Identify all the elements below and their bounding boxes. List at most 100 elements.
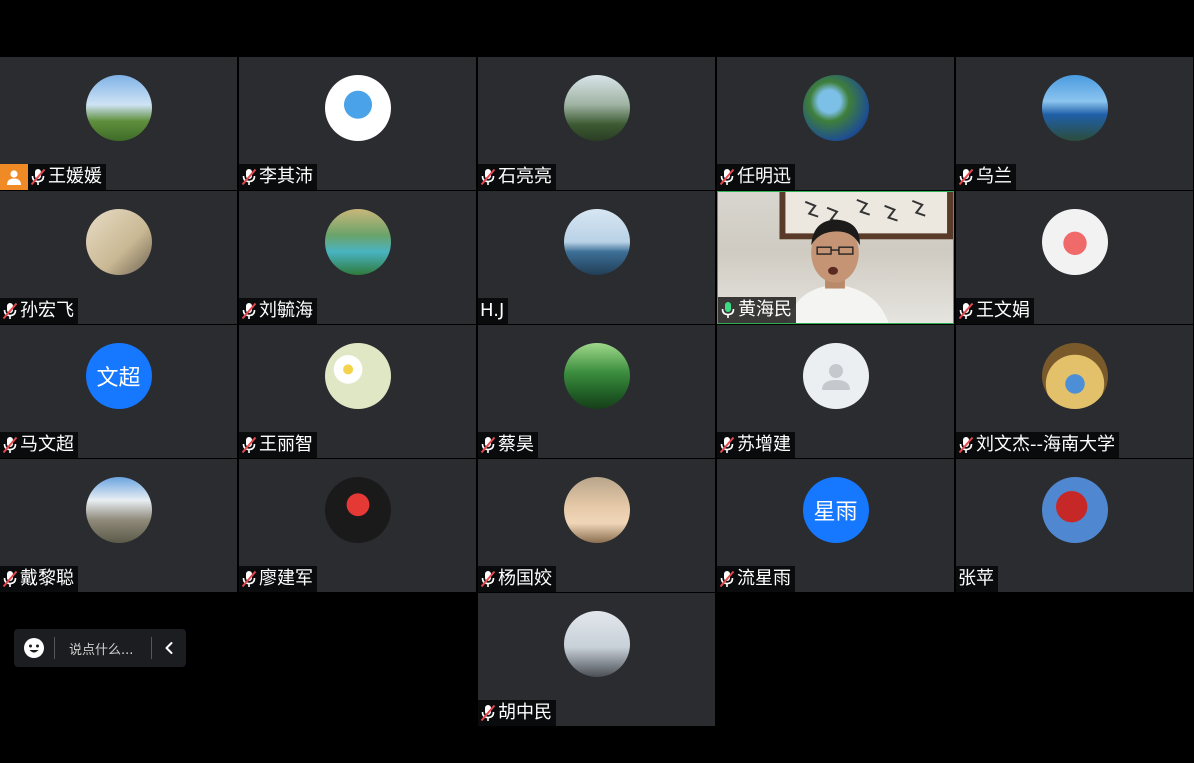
participant-name: 廖建军 (259, 568, 313, 589)
mic-muted-icon (717, 164, 737, 190)
mic-muted-icon (717, 432, 737, 458)
avatar (1041, 477, 1108, 543)
participant-name-bar: 孙宏飞 (0, 298, 78, 324)
avatar (324, 477, 391, 543)
participant-tile[interactable]: H.J (478, 191, 715, 324)
avatar (324, 209, 391, 275)
avatar (563, 209, 630, 275)
avatar (802, 75, 869, 141)
mic-muted-icon (0, 298, 20, 324)
participant-tile[interactable]: 廖建军 (239, 459, 476, 592)
mic-muted-icon (239, 164, 259, 190)
participant-name: 蔡昊 (498, 434, 534, 455)
participant-name-bar: 刘文杰--海南大学 (956, 432, 1119, 458)
participant-tile[interactable]: 蔡昊 (478, 325, 715, 458)
default-avatar-icon (802, 343, 869, 409)
participant-tile[interactable]: 王媛媛 (0, 57, 237, 190)
participant-name: 李其沛 (259, 166, 313, 187)
participant-name: 刘文杰--海南大学 (976, 434, 1115, 455)
participant-name: 张苹 (958, 568, 994, 589)
mic-muted-icon (478, 432, 498, 458)
participant-tile[interactable]: 杨国姣 (478, 459, 715, 592)
avatar (563, 477, 630, 543)
participant-name-bar: 马文超 (0, 432, 78, 458)
participant-name: 乌兰 (976, 166, 1012, 187)
avatar (324, 75, 391, 141)
participant-tile[interactable]: 戴黎聪 (0, 459, 237, 592)
mic-muted-icon (478, 566, 498, 592)
participant-name: 王媛媛 (48, 166, 102, 187)
mic-muted-icon (239, 566, 259, 592)
participant-name-bar: 廖建军 (239, 566, 317, 592)
participant-name-bar: H.J (478, 298, 509, 324)
participant-name-bar: 戴黎聪 (0, 566, 78, 592)
avatar: 星雨 (802, 477, 869, 543)
host-badge-icon (0, 164, 28, 190)
avatar-initials: 星雨 (813, 500, 858, 525)
participant-name-bar: 杨国姣 (478, 566, 556, 592)
participant-tile[interactable]: 孙宏飞 (0, 191, 237, 324)
participant-name-bar: 王丽智 (239, 432, 317, 458)
avatar (324, 343, 391, 409)
participant-tile[interactable]: 文超马文超 (0, 325, 237, 458)
participant-name: 王文娟 (976, 300, 1030, 321)
avatar (85, 75, 152, 141)
participant-name-bar: 任明迅 (717, 164, 795, 190)
avatar (1041, 343, 1108, 409)
participant-name-bar: 王媛媛 (0, 164, 106, 190)
participant-name-bar: 蔡昊 (478, 432, 538, 458)
participant-tile[interactable]: 乌兰 (956, 57, 1193, 190)
participant-tile[interactable]: 王丽智 (239, 325, 476, 458)
chevron-left-icon[interactable] (152, 629, 186, 667)
participant-tile[interactable]: 黄海民 (717, 191, 954, 324)
mic-muted-icon (28, 164, 48, 190)
participant-name: 任明迅 (737, 166, 791, 187)
participant-tile[interactable]: 苏增建 (717, 325, 954, 458)
participant-name-bar: 黄海民 (718, 297, 796, 323)
mic-muted-icon (0, 432, 20, 458)
mic-muted-icon (478, 164, 498, 190)
participant-name-bar: 苏增建 (717, 432, 795, 458)
participant-name-bar: 李其沛 (239, 164, 317, 190)
participant-name: 苏增建 (737, 434, 791, 455)
participant-tile[interactable]: 王文娟 (956, 191, 1193, 324)
participant-tile[interactable]: 星雨流星雨 (717, 459, 954, 592)
avatar (1041, 75, 1108, 141)
participant-name-bar: 张苹 (956, 566, 998, 592)
mic-muted-icon (956, 298, 976, 324)
participant-name-bar: 乌兰 (956, 164, 1016, 190)
participant-name: 流星雨 (737, 568, 791, 589)
avatar: 文超 (85, 343, 152, 409)
participant-tile[interactable]: 张苹 (956, 459, 1193, 592)
participant-tile[interactable]: 胡中民 (478, 593, 715, 726)
participant-name: 戴黎聪 (20, 568, 74, 589)
mic-muted-icon (717, 566, 737, 592)
participant-name: 黄海民 (738, 299, 792, 320)
mic-muted-icon (239, 432, 259, 458)
mic-active-icon (718, 297, 738, 323)
avatar (563, 75, 630, 141)
avatar-initials: 文超 (96, 366, 141, 391)
participant-tile[interactable]: 刘毓海 (239, 191, 476, 324)
participant-name: 马文超 (20, 434, 74, 455)
participant-name-bar: 胡中民 (478, 700, 556, 726)
participant-tile[interactable]: 李其沛 (239, 57, 476, 190)
avatar (85, 209, 152, 275)
mic-muted-icon (0, 566, 20, 592)
participant-name: 王丽智 (259, 434, 313, 455)
participant-name: 胡中民 (498, 702, 552, 723)
mic-muted-icon (956, 432, 976, 458)
participant-name-bar: 刘毓海 (239, 298, 317, 324)
mic-muted-icon (956, 164, 976, 190)
participant-name: 石亮亮 (498, 166, 552, 187)
participant-name-bar: 流星雨 (717, 566, 795, 592)
mic-muted-icon (478, 700, 498, 726)
chat-input-bar[interactable]: 说点什么... (14, 629, 186, 667)
participant-tile[interactable]: 石亮亮 (478, 57, 715, 190)
chat-placeholder[interactable]: 说点什么... (55, 639, 151, 658)
participant-name: 杨国姣 (498, 568, 552, 589)
participant-tile[interactable]: 任明迅 (717, 57, 954, 190)
avatar (1041, 209, 1108, 275)
emoji-icon[interactable] (14, 629, 54, 667)
participant-tile[interactable]: 刘文杰--海南大学 (956, 325, 1193, 458)
